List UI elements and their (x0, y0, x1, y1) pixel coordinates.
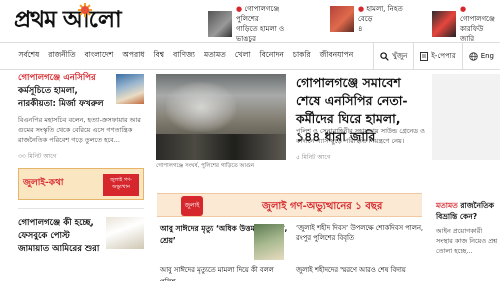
language-switch[interactable]: Eng (461, 43, 500, 69)
teaser-line: ● গোপালগঞ্জে পুলিশের (236, 5, 280, 23)
sub-story[interactable]: ‘জুলাই শহীদ দিবস’ উপলক্ষে শোকদিবস পালন, … (296, 223, 424, 243)
story-card[interactable]: গোপালগঞ্জে এনসিপির কর্মসূচিতে হামলা, নার… (18, 72, 144, 162)
nav-item-latest[interactable]: সর্বশেষ (14, 50, 44, 62)
sub-story[interactable]: জুলাই শহীদদের স্মরণে আরও শেষ বিদায় (296, 264, 424, 276)
story-headline: গোপালগঞ্জে কী হচ্ছে, ফেসবুকে পোস্ট জামায… (18, 218, 100, 254)
sun-icon (78, 3, 92, 17)
july-anniversary-strip[interactable]: জুলাই জুলাই গণ-অভ্যুত্থানের ১ বছর (157, 193, 422, 217)
main-lede: পুলিশ ও সেনাবাহিনীর সহায়তায় সাউন্ড গ্র… (296, 127, 425, 145)
story-thumbnail (106, 217, 144, 249)
banner-title: জুলাই-কথা (23, 178, 64, 188)
story-time: ৩৩ মিনিট আগে (18, 153, 57, 160)
main-nav: সর্বশেষ রাজনীতি বাংলাদেশ অপরাধ বিশ্ব বাণ… (0, 42, 500, 70)
hero-image[interactable] (156, 74, 286, 160)
sub-story-thumbnail (254, 224, 284, 260)
story-headline: গোপালগঞ্জে এনসিপির কর্মসূচিতে হামলা, নার… (18, 73, 104, 109)
teaser-line: ● গোপালগঞ্জে কারফিউ (460, 5, 495, 33)
sub-story[interactable]: আবু সাঈদের মৃত্যুতে মামলা দিয়ে কী বলল প… (160, 264, 288, 281)
story-lede: বিএনপির মহাসচিব বলেন, হত্যা-ক্রসফায়ার আ… (18, 116, 141, 144)
nav-item-world[interactable]: বিশ্ব (149, 50, 169, 62)
nav-item-opinion[interactable]: মতামত (199, 50, 230, 62)
search-label: খুঁজুন (392, 52, 408, 60)
strip-badge: জুলাই (181, 196, 203, 216)
teaser-line: ● হামলা, নিহত বেড়ে (358, 5, 403, 23)
july-katha-banner[interactable]: জুলাই-কথা জুলাই গণ-অভ্যুত্থান (18, 168, 144, 200)
nav-item-politics[interactable]: রাজনীতি (44, 50, 80, 62)
logo-text: প্রথম আলো (14, 6, 122, 33)
right-promo-box[interactable] (432, 74, 500, 160)
search-button[interactable]: খুঁজুন (373, 43, 413, 69)
teaser-line: ৪ (358, 25, 363, 33)
teaser-image (432, 11, 456, 37)
opinion-lede: আইন প্রয়োগকারী সংস্থার কাজ নিয়েও প্রশ্… (436, 227, 498, 255)
teaser-image (330, 6, 354, 32)
story-card[interactable]: গোপালগঞ্জে কী হচ্ছে, ফেসবুকে পোস্ট জামায… (18, 217, 144, 256)
language-label: Eng (480, 52, 494, 60)
opinion-headline[interactable]: মতামত রাজনৈতিক বিভ্রান্তি কেন? (436, 200, 500, 222)
nav-item-jobs[interactable]: চাকরি (288, 50, 315, 62)
main-time: ৫ মিনিট আগে (296, 154, 331, 161)
nav-item-crime[interactable]: অপরাধ (118, 50, 149, 62)
hero-caption: গোপালগঞ্জে সংঘর্ষ, পুলিশের গাড়িতে আগুন (156, 163, 255, 169)
nav-item-lifestyle[interactable]: জীবনযাপন (315, 50, 358, 62)
strip-title: জুলাই গণ-অভ্যুত্থানের ১ বছর (262, 201, 383, 212)
teaser-card-2[interactable]: ● হামলা, নিহত বেড়ে ৪ (330, 4, 416, 34)
banner-badge: জুলাই গণ-অভ্যুত্থান (103, 174, 139, 196)
sub-story-headline: জুলাই শহীদদের স্মরণে আরও শেষ বিদায় (296, 266, 406, 274)
sub-story-headline: ‘জুলাই শহীদ দিবস’ উপলক্ষে শোকদিবস পালন, … (296, 224, 424, 242)
site-logo[interactable]: প্রথম আলো (14, 3, 122, 36)
story-thumbnail (116, 74, 144, 104)
teaser-card-1[interactable]: ● গোপালগঞ্জে পুলিশের গাড়িতে হামলা ও ভাঙ… (208, 4, 304, 44)
nav-item-entertainment[interactable]: বিনোদন (255, 50, 288, 62)
epaper-label: ই-পেপার (431, 52, 456, 60)
nav-item-bangladesh[interactable]: বাংলাদেশ (80, 50, 118, 62)
teaser-image (208, 11, 232, 37)
nav-item-sports[interactable]: খেলা (230, 50, 255, 62)
globe-icon (469, 51, 478, 61)
nav-item-business[interactable]: বাণিজ্য (169, 50, 200, 62)
newspaper-icon (420, 51, 429, 61)
sub-story-headline: আবু সাঈদের মৃত্যুতে মামলা দিয়ে কী বলল প… (160, 266, 274, 281)
search-icon (380, 51, 390, 61)
teaser-card-3[interactable]: ● গোপালগঞ্জে কারফিউ জারি (432, 4, 496, 44)
epaper-link[interactable]: ই-পেপার (413, 43, 461, 69)
left-column: গোপালগঞ্জে এনসিপির কর্মসূচিতে হামলা, নার… (18, 72, 144, 256)
teaser-line: গাড়িতে হামলা ও ভাঙচুর (236, 25, 285, 43)
